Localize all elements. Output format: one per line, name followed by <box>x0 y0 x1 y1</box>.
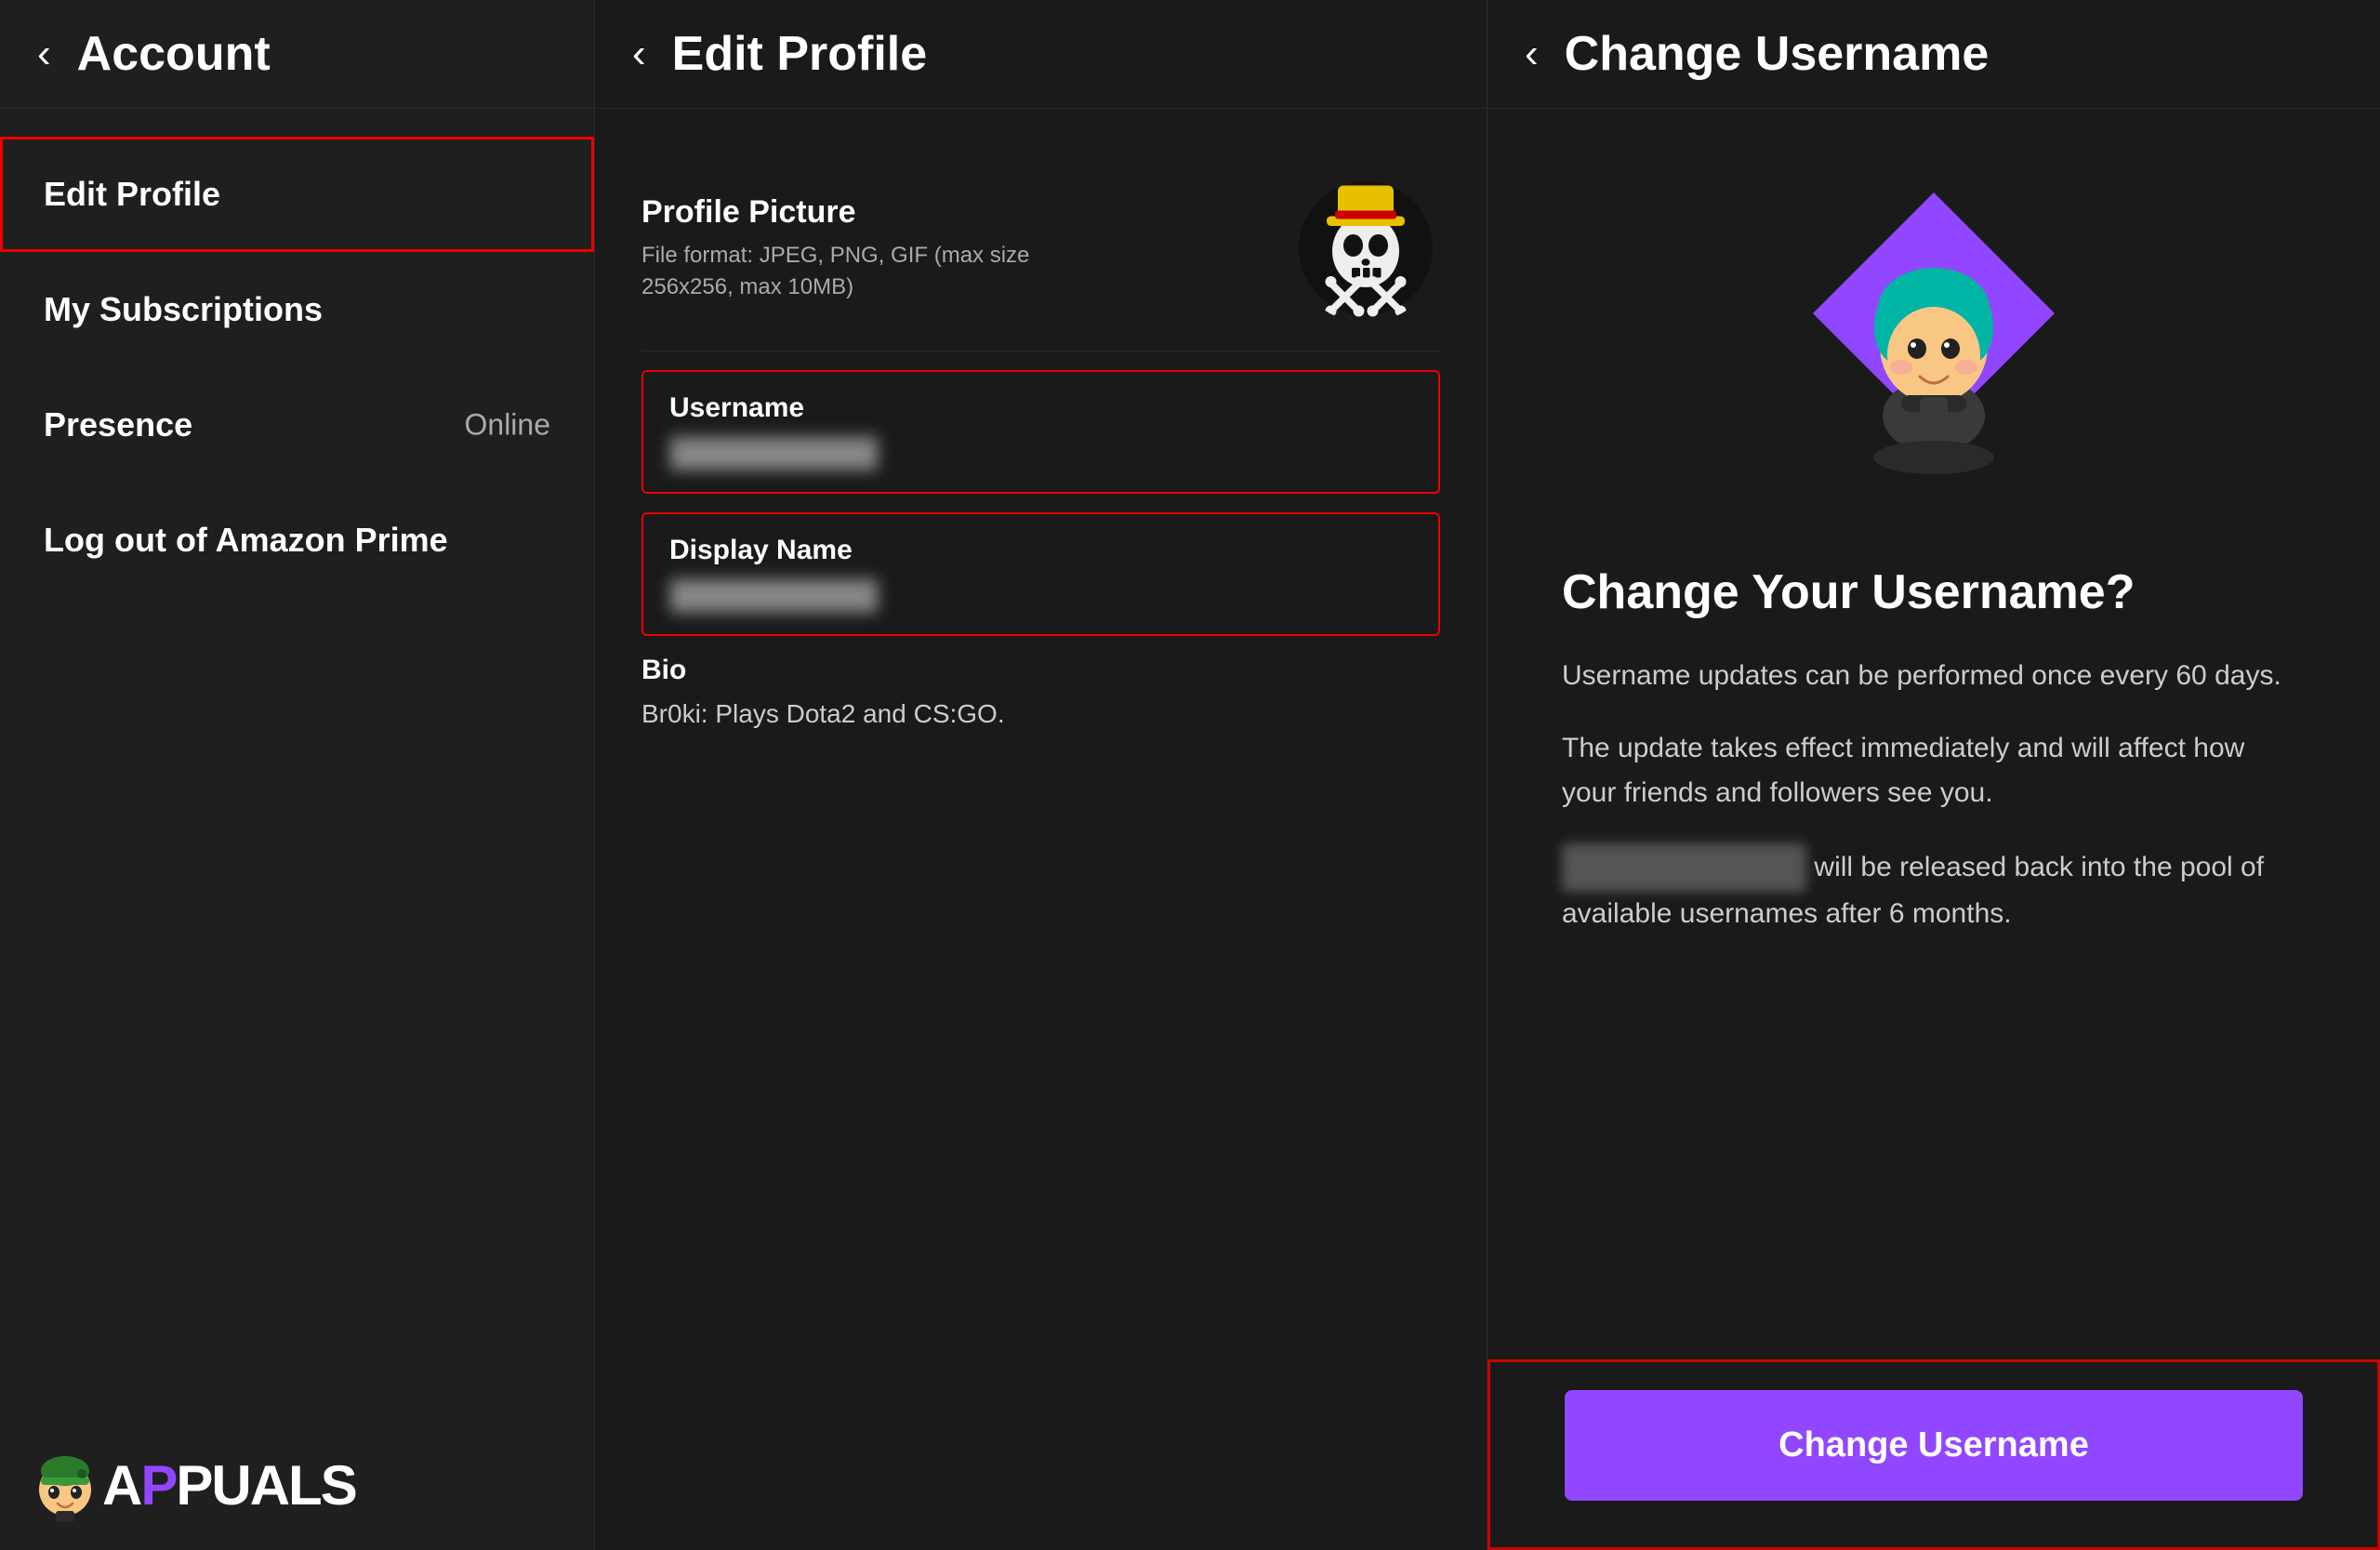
edit-profile-back-button[interactable]: ‹ <box>632 33 646 74</box>
bio-label: Bio <box>641 655 1440 686</box>
change-username-button-container: Change Username <box>1488 1359 2380 1550</box>
avatar[interactable] <box>1291 174 1440 323</box>
profile-picture-info: Profile Picture File format: JPEG, PNG, … <box>641 194 1125 302</box>
presence-status: Online <box>465 408 551 443</box>
username-value: ████████████ <box>669 435 879 471</box>
edit-profile-title: Edit Profile <box>672 26 927 82</box>
nav-item-presence-label: Presence <box>44 405 192 444</box>
watermark: APPUALS <box>28 1448 356 1522</box>
display-name-label: Display Name <box>669 535 1412 566</box>
edit-profile-panel: ‹ Edit Profile Profile Picture File form… <box>595 0 1488 1550</box>
change-desc-2: The update takes effect immediately and … <box>1562 726 2306 815</box>
account-nav: Edit Profile My Subscriptions Presence O… <box>0 109 594 626</box>
account-panel-header: ‹ Account <box>0 0 594 109</box>
nav-item-edit-profile-label: Edit Profile <box>44 175 220 213</box>
profile-picture-description: File format: JPEG, PNG, GIF (max size 25… <box>641 240 1125 302</box>
change-username-heading: Change Your Username? <box>1562 564 2306 620</box>
change-username-content: Change Your Username? Username updates c… <box>1488 109 2380 1359</box>
watermark-text: APPUALS <box>102 1453 356 1517</box>
watermark-logo <box>28 1448 102 1522</box>
mascot-area <box>1562 165 2306 518</box>
change-desc-3: ████████████ will be released back into … <box>1562 843 2306 936</box>
nav-item-edit-profile[interactable]: Edit Profile <box>0 137 594 252</box>
bio-value: Br0ki: Plays Dota2 and CS:GO. <box>641 699 1440 729</box>
bio-section: Bio Br0ki: Plays Dota2 and CS:GO. <box>641 655 1440 729</box>
change-username-button[interactable]: Change Username <box>1565 1390 2303 1501</box>
edit-profile-content: Profile Picture File format: JPEG, PNG, … <box>595 109 1487 1550</box>
nav-item-amazon-label: Log out of Amazon Prime <box>44 521 448 559</box>
username-label: Username <box>669 392 1412 424</box>
change-username-panel: ‹ Change Username <box>1488 0 2380 1550</box>
profile-picture-label: Profile Picture <box>641 194 1125 231</box>
change-desc-3-blur: ████████████ <box>1562 843 1806 892</box>
edit-profile-header: ‹ Edit Profile <box>595 0 1487 109</box>
nav-item-presence[interactable]: Presence Online <box>0 367 594 483</box>
display-name-value: ████████████ <box>669 577 879 614</box>
account-panel-title: Account <box>77 26 271 82</box>
account-back-button[interactable]: ‹ <box>37 33 51 74</box>
mascot-svg <box>1757 165 2110 518</box>
account-panel: ‹ Account Edit Profile My Subscriptions … <box>0 0 595 1550</box>
change-username-back-button[interactable]: ‹ <box>1525 33 1539 74</box>
profile-picture-section: Profile Picture File format: JPEG, PNG, … <box>641 146 1440 351</box>
avatar-image <box>1291 174 1440 323</box>
username-field[interactable]: Username ████████████ <box>641 370 1440 494</box>
nav-item-subscriptions-label: My Subscriptions <box>44 290 323 328</box>
display-name-field[interactable]: Display Name ████████████ <box>641 512 1440 636</box>
change-desc-1: Username updates can be performed once e… <box>1562 654 2306 698</box>
nav-item-amazon-prime[interactable]: Log out of Amazon Prime <box>0 483 594 598</box>
nav-item-my-subscriptions[interactable]: My Subscriptions <box>0 252 594 367</box>
change-username-header: ‹ Change Username <box>1488 0 2380 109</box>
change-username-title: Change Username <box>1565 26 1990 82</box>
